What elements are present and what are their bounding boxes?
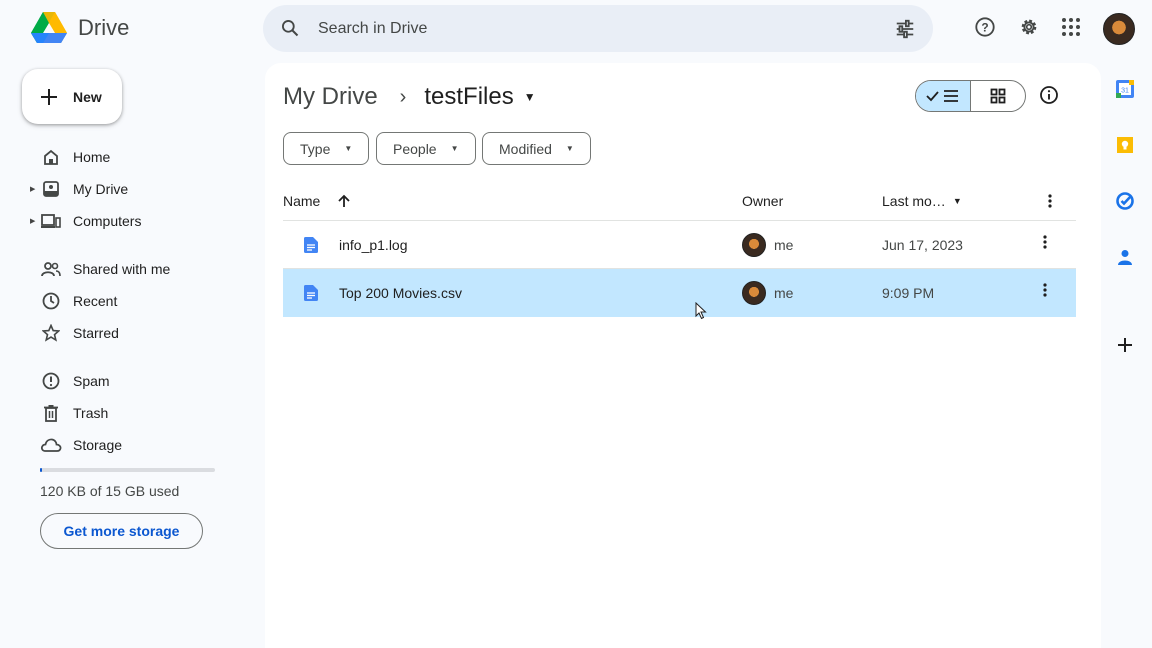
sidebar-item-starred[interactable]: Starred xyxy=(30,318,250,348)
file-name[interactable]: info_p1.log xyxy=(339,237,408,253)
sidebar-item-label: My Drive xyxy=(73,181,129,197)
table-row-selected[interactable]: Top 200 Movies.csv me 9:09 PM xyxy=(283,269,1076,317)
file-last-modified: 9:09 PM xyxy=(882,285,935,301)
filter-label: People xyxy=(393,140,437,157)
breadcrumb: My Drive › testFiles ▼ xyxy=(283,83,536,111)
column-header-last-modified[interactable]: Last mo… ▼ xyxy=(882,193,962,209)
column-header-label: Last mo… xyxy=(882,193,946,209)
mouse-cursor-icon xyxy=(695,302,707,320)
sidebar-item-recent[interactable]: Recent xyxy=(30,286,250,316)
column-header-owner[interactable]: Owner xyxy=(742,193,783,209)
cloud-icon xyxy=(40,435,62,455)
spam-icon xyxy=(40,371,62,391)
search-input[interactable]: Search in Drive xyxy=(318,20,427,38)
help-icon[interactable]: ? xyxy=(973,15,997,39)
dropdown-arrow-icon[interactable]: ▼ xyxy=(953,196,962,206)
sort-arrow-up-icon[interactable] xyxy=(338,194,350,208)
my-drive-icon xyxy=(40,179,62,199)
home-icon xyxy=(40,147,62,167)
new-button[interactable]: New xyxy=(22,69,122,124)
drive-logo-icon xyxy=(31,12,67,43)
sidebar-item-storage[interactable]: Storage xyxy=(30,430,250,460)
column-header-name[interactable]: Name xyxy=(283,193,350,209)
sidebar-item-label: Storage xyxy=(73,437,123,453)
sidebar-item-shared-with-me[interactable]: Shared with me xyxy=(30,254,250,284)
more-vert-icon[interactable] xyxy=(1043,283,1047,297)
file-owner: me xyxy=(774,285,794,301)
sidebar-item-label: Trash xyxy=(73,405,109,421)
search-bar[interactable]: Search in Drive xyxy=(263,5,933,52)
storage-usage-bar xyxy=(40,468,215,472)
sidebar-item-label: Shared with me xyxy=(73,261,171,277)
app-name: Drive xyxy=(78,15,130,40)
breadcrumb-root[interactable]: My Drive xyxy=(283,83,378,111)
sidebar-item-label: Home xyxy=(73,149,111,165)
file-last-modified: Jun 17, 2023 xyxy=(882,237,963,253)
plus-icon xyxy=(41,88,57,105)
grid-view-button[interactable] xyxy=(971,81,1025,111)
new-button-label: New xyxy=(73,88,102,105)
settings-gear-icon[interactable] xyxy=(1017,15,1041,39)
folder-menu-dropdown-icon[interactable]: ▼ xyxy=(524,90,536,104)
sidebar-item-label: Starred xyxy=(73,325,119,341)
more-vert-icon[interactable] xyxy=(1048,194,1052,208)
get-more-storage-button[interactable]: Get more storage xyxy=(40,513,203,549)
table-row[interactable]: info_p1.log me Jun 17, 2023 xyxy=(283,221,1076,269)
star-icon xyxy=(40,323,62,343)
svg-text:?: ? xyxy=(981,21,988,35)
computer-icon xyxy=(40,211,62,231)
dropdown-arrow-icon: ▼ xyxy=(565,144,574,153)
file-owner: me xyxy=(774,237,794,253)
storage-usage-text: 120 KB of 15 GB used xyxy=(40,483,180,499)
contacts-icon[interactable] xyxy=(1115,247,1135,267)
more-vert-icon[interactable] xyxy=(1043,235,1047,249)
sidebar-item-my-drive[interactable]: ▶ My Drive xyxy=(30,174,250,204)
filter-label: Type xyxy=(300,140,331,157)
tasks-icon[interactable] xyxy=(1115,191,1135,211)
owner-avatar xyxy=(742,233,766,257)
document-file-icon xyxy=(304,237,318,253)
drive-logo[interactable]: Drive xyxy=(30,11,129,45)
svg-text:31: 31 xyxy=(1121,88,1129,95)
sidebar-item-label: Recent xyxy=(73,293,118,309)
search-options-icon[interactable] xyxy=(894,18,916,40)
people-icon xyxy=(40,259,62,279)
sidebar-item-label: Spam xyxy=(73,373,110,389)
column-header-label: Name xyxy=(283,193,321,209)
sidebar-item-home[interactable]: Home xyxy=(30,142,250,172)
filter-modified-chip[interactable]: Modified ▼ xyxy=(482,132,591,165)
sidebar-item-spam[interactable]: Spam xyxy=(30,366,250,396)
filter-people-chip[interactable]: People ▼ xyxy=(376,132,476,165)
search-icon[interactable] xyxy=(280,18,300,38)
expand-caret-icon[interactable]: ▶ xyxy=(30,185,39,193)
breadcrumb-current-folder[interactable]: testFiles xyxy=(424,83,513,111)
filter-type-chip[interactable]: Type ▼ xyxy=(283,132,370,165)
info-icon[interactable] xyxy=(1039,85,1059,105)
add-addon-plus-icon[interactable] xyxy=(1115,335,1135,355)
sidebar-item-trash[interactable]: Trash xyxy=(30,398,250,428)
owner-avatar xyxy=(742,281,766,305)
expand-caret-icon[interactable]: ▶ xyxy=(30,217,39,225)
document-file-icon xyxy=(304,285,318,301)
filter-label: Modified xyxy=(499,140,552,157)
column-header-label: Owner xyxy=(742,193,784,209)
chevron-right-icon: › xyxy=(399,85,407,108)
view-toggle[interactable] xyxy=(915,80,1026,112)
storage-usage-fill xyxy=(40,468,42,472)
file-name[interactable]: Top 200 Movies.csv xyxy=(339,285,462,301)
account-avatar[interactable] xyxy=(1103,13,1135,45)
list-view-button[interactable] xyxy=(916,81,971,111)
sidebar-item-label: Computers xyxy=(73,213,142,229)
dropdown-arrow-icon: ▼ xyxy=(450,144,459,153)
trash-icon xyxy=(40,403,62,423)
dropdown-arrow-icon: ▼ xyxy=(344,144,353,153)
calendar-icon[interactable]: 31 xyxy=(1115,79,1135,99)
apps-grid-icon[interactable] xyxy=(1059,15,1083,39)
check-list-icon xyxy=(926,90,958,102)
sidebar-item-computers[interactable]: ▶ Computers xyxy=(30,206,250,236)
keep-notes-icon[interactable] xyxy=(1115,135,1135,155)
clock-icon xyxy=(40,291,62,311)
grid-icon xyxy=(990,88,1006,104)
main-panel: My Drive › testFiles ▼ Type ▼ People ▼ Mod… xyxy=(265,63,1101,648)
